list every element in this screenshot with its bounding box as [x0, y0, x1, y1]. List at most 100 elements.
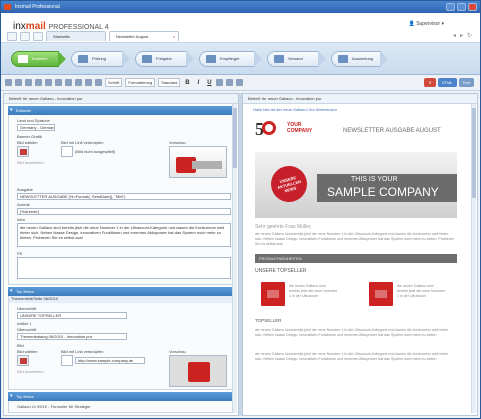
application-window: Inxmail Professional inxmail PROFESSIONA…	[0, 0, 481, 419]
minimize-button[interactable]	[446, 3, 455, 11]
greeting: Sehr geehrte Frau Müller,	[255, 224, 312, 230]
bild-preview-label: Vorschau	[169, 349, 186, 354]
webversion-link[interactable]: Hallo hier ist der neue Gallaxo! Zur Web…	[253, 107, 337, 112]
bild-edit-link[interactable]: Bild bearbeiten	[17, 369, 44, 374]
ausgabe-field[interactable]: NEWSLETTER AUSGABE [%=Format(; SendDate(…	[17, 193, 231, 200]
list-icon[interactable]	[216, 79, 224, 86]
paste-icon[interactable]	[45, 79, 52, 86]
preview-bar	[192, 161, 222, 169]
left-scroll-thumb[interactable]	[233, 108, 237, 168]
ueberschrift-field[interactable]: UNSERE TOPSELLER	[17, 312, 127, 319]
top-news-2-body: Gallaxo 2x 09/10 - Formulier für Strateg…	[8, 401, 234, 413]
editorial-body: Land und Sprache Germany - German Banner…	[8, 115, 234, 285]
news-badge: UNSERE AKTUELLEN NEWS	[266, 161, 312, 207]
table-icon[interactable]	[95, 79, 102, 86]
copy-icon[interactable]	[35, 79, 42, 86]
step-empfaenger[interactable]: Empfänger	[199, 51, 262, 67]
right-scroll-thumb[interactable]	[472, 108, 476, 198]
topseller-heading: UNSERE TOPSELLER	[255, 268, 307, 274]
step-freigabe[interactable]: Freigabe	[135, 51, 194, 67]
format-select[interactable]: Formatierung	[125, 78, 156, 87]
refresh-icon[interactable]: ↻	[467, 32, 472, 39]
back-icon[interactable]: ◂	[453, 32, 456, 39]
chart-icon	[338, 55, 348, 63]
close-button[interactable]	[468, 3, 477, 11]
artikel-label: Artikel 1	[17, 321, 32, 326]
left-scrollbar[interactable]	[232, 104, 237, 413]
bold-button[interactable]: B	[183, 80, 191, 86]
company-logo: 5	[255, 120, 285, 144]
newsletter-preview: 5 YOUR COMPANY NEWSLETTER AUSGABE AUGUST …	[251, 116, 461, 409]
banner-edit-link[interactable]: Bild bearbeiten	[17, 160, 44, 165]
product-image-1[interactable]	[261, 282, 285, 306]
document-icon[interactable]	[33, 32, 43, 41]
preview-icon[interactable]	[15, 79, 22, 86]
style-select[interactable]: Schrift	[105, 78, 123, 87]
document-tabs: Startseite Newsletter August x	[7, 31, 179, 41]
newsletter-title: NEWSLETTER AUSGABE AUGUST	[343, 128, 441, 134]
banner-thumbnail[interactable]	[17, 146, 29, 157]
intro-textarea[interactable]: die neuen Gallaxo sind bereits jetzt die…	[17, 223, 231, 247]
products-band: PRODUKTNEUHEITEN	[255, 254, 457, 263]
step-pruefung[interactable]: Prüfung	[71, 51, 130, 67]
text-button[interactable]: Text	[458, 78, 474, 87]
check-icon	[78, 55, 88, 63]
tab-newsletter[interactable]: Newsletter August x	[109, 31, 179, 41]
section-top-news[interactable]: Top News	[8, 287, 234, 296]
send-icon	[274, 55, 284, 63]
recipients-icon	[206, 55, 216, 63]
anrede-field[interactable]: [%Anrede]	[17, 208, 231, 215]
artikel-field[interactable]: Themenkatalog 06/2010 - Innovation pur	[17, 333, 127, 340]
italic-button[interactable]: I	[194, 80, 202, 86]
html-button[interactable]: HTML	[437, 78, 457, 87]
size-select[interactable]: Standard	[158, 78, 181, 87]
find-icon[interactable]	[236, 79, 244, 86]
maximize-button[interactable]	[457, 3, 466, 11]
intro-label: Intro	[17, 217, 26, 222]
logo-ring	[262, 121, 276, 135]
image-thumbnail-icon	[20, 358, 27, 364]
approve-icon	[142, 55, 152, 63]
image-thumbnail-icon	[20, 149, 27, 155]
bild-thumbnail[interactable]	[17, 355, 29, 366]
bild-link-field[interactable]: http://www.sample-company.de	[75, 357, 145, 364]
close-editor-icon[interactable]: ✕	[424, 78, 436, 87]
grid-icon[interactable]	[20, 32, 30, 41]
align-icon[interactable]	[226, 79, 234, 86]
section-editorial[interactable]: Editorial	[8, 106, 234, 115]
underline-button[interactable]: U	[205, 80, 213, 86]
banner-link-label: Bild mit Link verknüpfen	[61, 140, 104, 145]
editor-toolbar: Schrift Formatierung Standard B I U ✕ HT…	[1, 75, 480, 91]
tab-startseite[interactable]: Startseite	[46, 31, 106, 41]
close-tab-icon[interactable]: x	[173, 32, 175, 41]
section-top-news-2[interactable]: Top News	[8, 392, 234, 401]
app-logo-icon	[4, 4, 11, 10]
step-erstellen[interactable]: Erstellen	[11, 51, 66, 67]
home-icon[interactable]	[7, 32, 17, 41]
user-menu[interactable]: 👤 Supervisor ▾	[409, 21, 444, 27]
right-pane-header: Betreff: Ihr neuer Gallaxo - Innovation …	[243, 94, 477, 104]
header-actions: ◂ ▸ ↻	[453, 32, 472, 39]
ps-textarea[interactable]	[17, 257, 231, 279]
intro-paragraph: die neuen Gallaxo sind bereits jetzt die…	[255, 232, 454, 246]
image-icon[interactable]	[75, 79, 82, 86]
right-scrollbar[interactable]	[471, 104, 476, 413]
company-name: YOUR COMPANY	[287, 122, 313, 134]
link-icon[interactable]	[61, 146, 73, 157]
link-icon[interactable]	[85, 79, 92, 86]
preview-label: Vorschau	[169, 140, 186, 145]
bild-link-icon[interactable]	[61, 355, 73, 366]
save-icon[interactable]	[5, 79, 12, 86]
hero-line1: THIS IS YOUR	[351, 176, 398, 183]
step-auswertung[interactable]: Auswertung	[331, 51, 388, 67]
cut-icon[interactable]	[25, 79, 32, 86]
step-versand[interactable]: Versand	[267, 51, 326, 67]
left-pane-header: Betreff: Ihr neuer Gallaxo - Innovation …	[4, 94, 238, 104]
redo-icon[interactable]	[65, 79, 72, 86]
workflow-bar: Erstellen Prüfung Freigabe Empfänger Ver…	[1, 43, 480, 75]
product-image-2[interactable]	[369, 282, 393, 306]
artikel-sub-label: Überschrift	[17, 327, 37, 332]
land-select[interactable]: Germany - German	[17, 124, 55, 131]
undo-icon[interactable]	[55, 79, 62, 86]
forward-icon[interactable]: ▸	[460, 32, 463, 39]
